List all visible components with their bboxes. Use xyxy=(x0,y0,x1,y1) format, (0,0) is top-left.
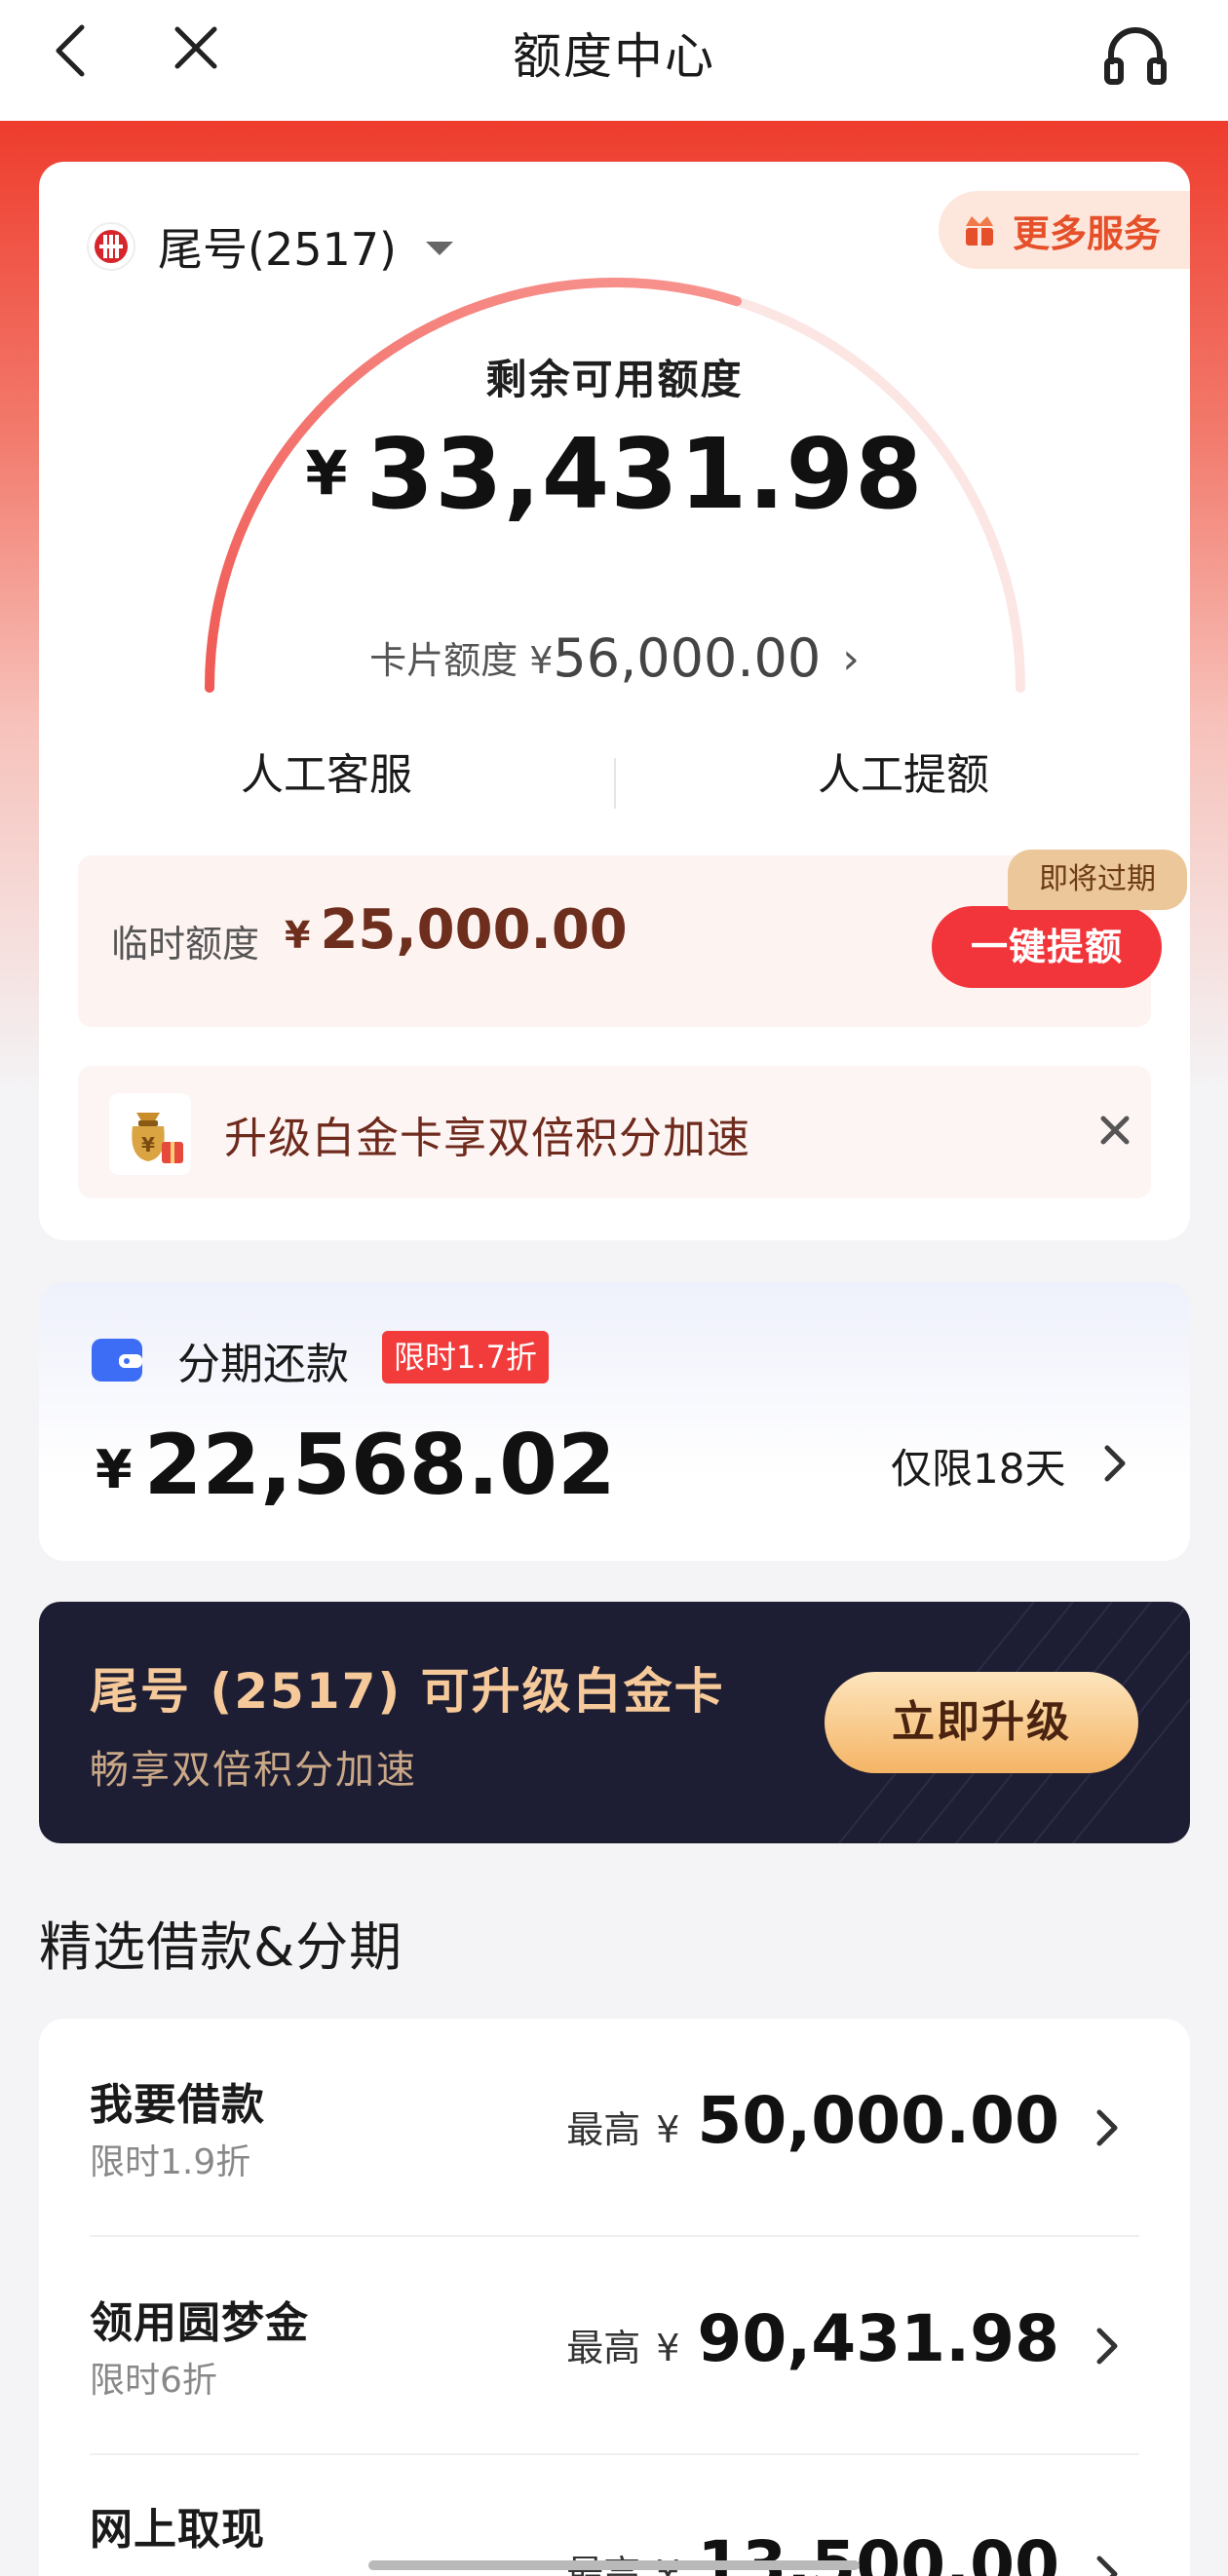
bank-logo-icon xyxy=(87,222,135,271)
discount-badge: 限时1.7折 xyxy=(382,1331,549,1383)
currency-symbol: ¥ xyxy=(529,639,554,682)
card-limit-label: 卡片额度 xyxy=(369,639,518,682)
loan-row[interactable]: 领用圆梦金 限时6折 最高 ¥ 90,431.98 xyxy=(39,2237,1190,2455)
top-nav-bar: 额度中心 xyxy=(0,0,1228,121)
more-service-button[interactable]: 更多服务 xyxy=(939,191,1190,269)
installment-title: 分期还款 xyxy=(177,1340,349,1389)
service-row: 人工客服 人工提额 xyxy=(39,737,1190,814)
temp-limit-label: 临时额度 xyxy=(111,923,260,966)
loan-row[interactable]: 我要借款 限时1.9折 最高 ¥ 50,000.00 xyxy=(39,2019,1190,2237)
limited-days-note: 仅限18天 xyxy=(891,1445,1066,1493)
chevron-right-icon xyxy=(1094,2553,1121,2576)
card-limit-link[interactable]: 卡片额度 ¥56,000.00 › xyxy=(39,627,1190,689)
remaining-amount-value: 33,431.98 xyxy=(365,417,924,531)
chevron-right-icon xyxy=(1094,2325,1121,2371)
currency-symbol: ¥ xyxy=(656,2108,680,2151)
installment-amount: ¥22,568.02 xyxy=(96,1417,616,1514)
headset-icon[interactable] xyxy=(1101,21,1170,94)
page-title: 额度中心 xyxy=(513,28,715,85)
manual-service-button[interactable]: 人工客服 xyxy=(39,737,614,814)
card-selector[interactable]: 尾号(2517) xyxy=(86,214,453,279)
wallet-icon xyxy=(92,1339,142,1382)
upgrade-tip-bar[interactable]: ¥ 升级白金卡享双倍积分加速 xyxy=(78,1066,1151,1198)
upgrade-tip-text: 升级白金卡享双倍积分加速 xyxy=(224,1114,750,1163)
section-title: 精选借款&分期 xyxy=(39,1916,403,1978)
loan-list-card: 我要借款 限时1.9折 最高 ¥ 50,000.00 领用圆梦金 限时6折 最高… xyxy=(39,2019,1190,2576)
loan-discount: 限时6折 xyxy=(90,2361,217,2401)
money-bag-icon: ¥ xyxy=(109,1093,191,1175)
banner-subtitle: 畅享双倍积分加速 xyxy=(90,1748,417,1793)
max-prefix: 最高 xyxy=(566,2108,641,2151)
card-limit-value: 56,000.00 xyxy=(553,627,822,689)
loan-max-amount: 最高 ¥ 50,000.00 xyxy=(566,2083,1059,2158)
temp-limit-amount: ¥25,000.00 xyxy=(285,898,628,962)
chevron-right-icon xyxy=(1101,1442,1129,1489)
more-service-label: 更多服务 xyxy=(1013,211,1162,255)
currency-symbol: ¥ xyxy=(656,2327,680,2369)
currency-symbol: ¥ xyxy=(96,1439,133,1500)
remaining-limit-label: 剩余可用额度 xyxy=(485,356,744,403)
card-tail-number: 尾号(2517) xyxy=(158,223,397,276)
installment-amount-value: 22,568.02 xyxy=(143,1417,616,1514)
manual-raise-limit-button[interactable]: 人工提额 xyxy=(616,737,1191,814)
banner-title: 尾号 (2517) 可升级白金卡 xyxy=(90,1663,725,1720)
svg-text:¥: ¥ xyxy=(141,1133,155,1156)
chevron-right-icon xyxy=(1094,2106,1121,2153)
crown-gift-icon xyxy=(966,216,993,246)
loan-discount: 限时1.9折 xyxy=(90,2142,251,2182)
loan-amount-value: 50,000.00 xyxy=(697,2083,1059,2158)
expiring-soon-badge: 即将过期 xyxy=(1008,850,1187,910)
loan-amount-value: 90,431.98 xyxy=(697,2301,1059,2376)
temporary-limit-box: 临时额度 ¥25,000.00 一键提额 xyxy=(78,855,1162,1027)
close-tip-icon[interactable] xyxy=(1094,1109,1136,1155)
loan-max-amount: 最高 ¥ 90,431.98 xyxy=(566,2301,1059,2376)
remaining-limit-amount: ¥33,431.98 xyxy=(39,417,1190,531)
max-prefix: 最高 xyxy=(566,2327,641,2369)
currency-symbol: ¥ xyxy=(285,914,311,957)
loan-name: 我要借款 xyxy=(90,2080,265,2130)
upgrade-now-button[interactable]: 立即升级 xyxy=(825,1672,1138,1773)
temp-limit-value: 25,000.00 xyxy=(320,898,628,962)
loan-row[interactable]: 网上取现 最高 ¥ 13,500.00 xyxy=(39,2455,1190,2576)
one-click-raise-button[interactable]: 一键提额 xyxy=(932,906,1162,988)
currency-symbol: ¥ xyxy=(305,437,349,509)
loan-name: 领用圆梦金 xyxy=(90,2298,309,2348)
loan-name: 网上取现 xyxy=(90,2505,265,2555)
credit-card-panel: 尾号(2517) 更多服务 剩余可用额度 ¥33,431.98 卡片额度 ¥56… xyxy=(39,162,1190,1240)
installment-card[interactable]: 分期还款 限时1.7折 ¥22,568.02 仅限18天 xyxy=(39,1282,1190,1561)
platinum-upgrade-banner: 尾号 (2517) 可升级白金卡 畅享双倍积分加速 立即升级 xyxy=(39,1602,1190,1843)
home-indicator xyxy=(368,2560,860,2570)
dropdown-caret-icon xyxy=(425,242,453,255)
chevron-right-icon: › xyxy=(842,634,860,684)
